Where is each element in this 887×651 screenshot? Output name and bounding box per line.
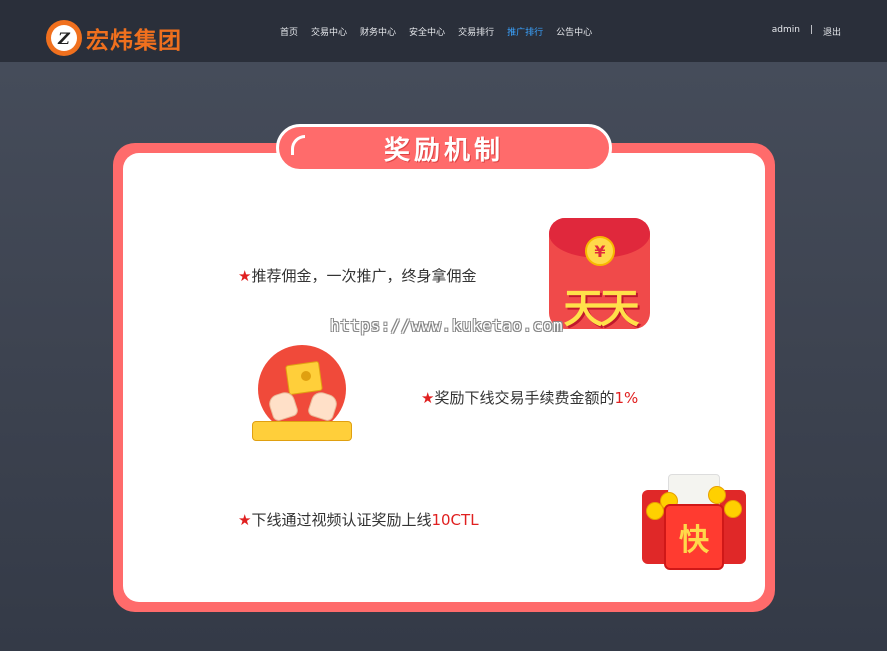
- rule-text: 奖励下线交易手续费金额的: [434, 389, 615, 407]
- star-icon: ★: [421, 389, 435, 407]
- user-separator: |: [809, 25, 813, 35]
- brand-name: 宏炜集团: [86, 28, 182, 54]
- nav-item-trade-ranking[interactable]: 交易排行: [458, 25, 494, 38]
- hands-envelope-illustration: [252, 345, 352, 450]
- reward-rule-1: ★推荐佣金，一次推广，终身拿佣金: [238, 265, 476, 286]
- nav-item-home[interactable]: 首页: [280, 25, 298, 38]
- envelope-front: 快: [664, 504, 724, 570]
- rule-highlight: 10CTL: [431, 511, 479, 529]
- nav-item-promo-ranking[interactable]: 推广排行: [507, 25, 543, 38]
- nav-item-trade[interactable]: 交易中心: [311, 25, 347, 38]
- kuai-red-envelope-illustration: 快: [638, 472, 750, 572]
- yuan-coin-icon: ¥: [585, 236, 615, 266]
- red-packet-app-icon: ¥ 天天: [549, 218, 650, 329]
- nav-item-announcements[interactable]: 公告中心: [556, 25, 592, 38]
- logo-glyph: Z: [51, 25, 77, 51]
- envelope-seal-icon: [301, 371, 311, 381]
- logout-link[interactable]: 退出: [823, 25, 841, 38]
- star-icon: ★: [238, 267, 252, 285]
- reward-title-banner: 奖励机制: [276, 124, 612, 172]
- logo-mark-icon: Z: [46, 20, 82, 56]
- app-icon-label: 天天: [563, 286, 640, 329]
- reward-title: 奖励机制: [383, 135, 504, 166]
- top-header: Z 宏炜集团 首页 交易中心 财务中心 安全中心 交易排行 推广排行 公告中心 …: [0, 0, 887, 62]
- reward-rule-3: ★下线通过视频认证奖励上线10CTL: [238, 509, 479, 530]
- watermark: https://www.kuketao.com: [330, 316, 564, 335]
- title-deco-icon: [291, 135, 305, 155]
- star-icon: ★: [238, 511, 252, 529]
- brand-logo[interactable]: Z 宏炜集团: [46, 18, 182, 58]
- envelope-label: 快: [679, 523, 709, 558]
- nav-item-security[interactable]: 安全中心: [409, 25, 445, 38]
- user-area: admin | 退出: [772, 25, 841, 38]
- rule-text: 下线通过视频认证奖励上线: [251, 511, 432, 529]
- ribbon-banner-icon: [252, 421, 352, 441]
- main-nav: 首页 交易中心 财务中心 安全中心 交易排行 推广排行 公告中心: [280, 25, 605, 38]
- rule-text: 推荐佣金，一次推广，终身拿佣金: [251, 267, 477, 285]
- nav-item-finance[interactable]: 财务中心: [360, 25, 396, 38]
- username-link[interactable]: admin: [772, 25, 800, 38]
- rule-highlight: 1%: [614, 389, 639, 407]
- gold-coin-icon: [724, 500, 742, 518]
- reward-rule-2: ★奖励下线交易手续费金额的1%: [421, 387, 638, 408]
- gold-coin-icon: [708, 486, 726, 504]
